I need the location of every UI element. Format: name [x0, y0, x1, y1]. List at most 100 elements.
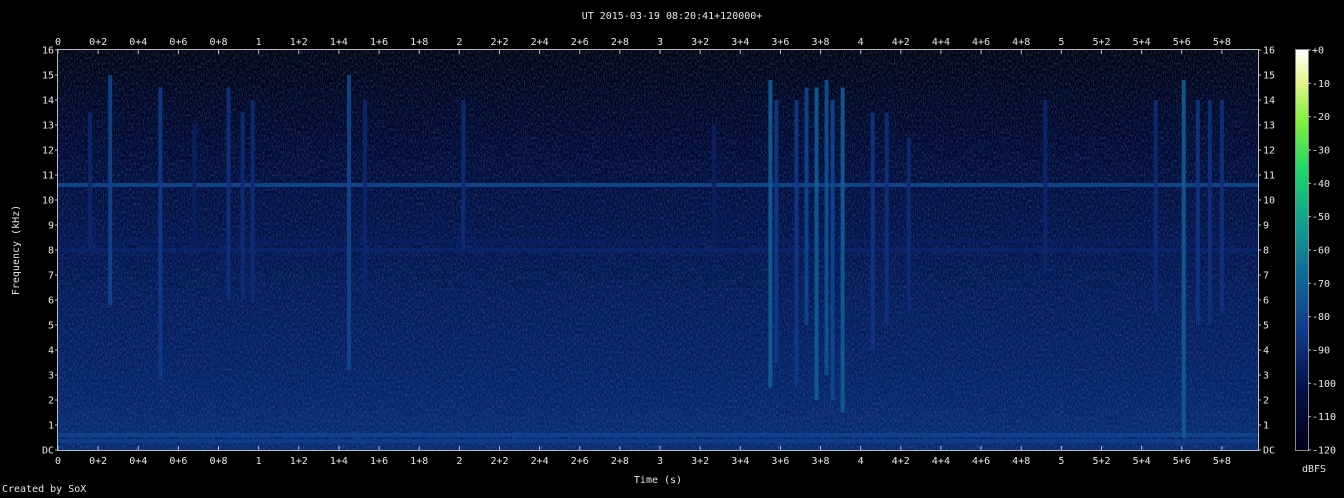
x-tick-label: 5+2 [1092, 37, 1110, 48]
x-tick-label: 4+2 [892, 37, 910, 48]
colorbar-tick-label: -30 [1312, 146, 1330, 157]
x-tick-label: 0+4 [129, 456, 147, 467]
x-tick-label: 3+6 [771, 37, 789, 48]
plot-area [57, 49, 1259, 451]
x-tick-label: 3+8 [812, 456, 830, 467]
x-tick-label: 1 [256, 456, 262, 467]
colorbar-tick-label: -20 [1312, 112, 1330, 123]
y-tick-label: 12 [42, 146, 54, 157]
y-tick-label: 8 [48, 246, 54, 257]
x-tick-label: 5+6 [1173, 37, 1191, 48]
x-tick-label: 4+4 [932, 37, 950, 48]
y-tick-label: 13 [1263, 121, 1275, 132]
x-tick-label: 2 [456, 456, 462, 467]
broadband-event [1195, 100, 1200, 325]
x-tick-label: 2+4 [531, 37, 549, 48]
broadband-event [346, 75, 351, 370]
x-tick-label: 3+6 [771, 456, 789, 467]
x-tick-label: 3 [657, 456, 663, 467]
broadband-event [774, 100, 779, 363]
broadband-event [158, 87, 163, 380]
x-tick-label: 4+6 [972, 37, 990, 48]
x-tick-label: 5+4 [1133, 37, 1151, 48]
y-tick-label: 2 [48, 396, 54, 407]
broadband-event [226, 87, 231, 300]
broadband-event [794, 100, 799, 388]
x-tick-label: 2+8 [611, 456, 629, 467]
colorbar-tick-label: -50 [1312, 212, 1330, 223]
x-tick-label: 5 [1058, 456, 1064, 467]
x-tick-label: 3+2 [691, 37, 709, 48]
x-tick-label: 2+2 [490, 37, 508, 48]
colorbar-tick-label: -10 [1312, 79, 1330, 90]
x-tick-label: 0+6 [169, 456, 187, 467]
broadband-event [906, 137, 911, 313]
x-tick-label: 1+6 [370, 456, 388, 467]
y-tick-label: 5 [48, 321, 54, 332]
x-tick-label: 5+2 [1092, 456, 1110, 467]
y-tick-label: 13 [42, 121, 54, 132]
y-tick-label: 8 [1263, 246, 1269, 257]
y-tick-label: 1 [48, 421, 54, 432]
x-tick-label: 4+8 [1012, 456, 1030, 467]
broadband-event [1207, 100, 1212, 325]
x-tick-label: 0+8 [210, 37, 228, 48]
broadband-event [1153, 100, 1158, 313]
horizontal-tone [58, 439, 1258, 444]
colorbar-gradient [1296, 50, 1308, 450]
horizontal-tone [58, 239, 1258, 244]
x-tick-label: 5+8 [1213, 456, 1231, 467]
colorbar-tick-label: -60 [1312, 246, 1330, 257]
footer-credit: Created by SoX [2, 484, 87, 495]
x-tick-label: 1 [256, 37, 262, 48]
x-tick-label: 2+4 [531, 456, 549, 467]
x-tick-label: 2+6 [571, 37, 589, 48]
broadband-event [192, 125, 197, 250]
broadband-event [88, 112, 93, 250]
horizontal-tone [58, 433, 1258, 437]
x-tick-label: 3 [657, 37, 663, 48]
broadband-event [804, 87, 809, 325]
x-tick-label: 1+8 [410, 37, 428, 48]
broadband-event [814, 87, 819, 400]
x-tick-label: 0+8 [210, 456, 228, 467]
x-tick-label: 1+2 [290, 456, 308, 467]
colorbar-tick-label: -90 [1312, 346, 1330, 357]
y-tick-label: 16 [42, 46, 54, 57]
x-axis-label: Time (s) [634, 475, 682, 486]
y-tick-label: 15 [42, 71, 54, 82]
colorbar-tick-label: -100 [1312, 379, 1336, 390]
x-tick-label: 1+2 [290, 37, 308, 48]
broadband-event [830, 100, 835, 400]
y-tick-label: 4 [48, 346, 54, 357]
x-tick-label: 5+4 [1133, 456, 1151, 467]
broadband-event [824, 80, 829, 375]
y-tick-label: 14 [1263, 96, 1275, 107]
broadband-event [108, 75, 113, 305]
x-tick-label: 2+8 [611, 37, 629, 48]
x-tick-label: 5+6 [1173, 456, 1191, 467]
horizontal-tone [58, 248, 1258, 252]
x-tick-label: 4+6 [972, 456, 990, 467]
x-tick-label: 2+2 [490, 456, 508, 467]
x-tick-label: 1+4 [330, 456, 348, 467]
x-tick-label: 5 [1058, 37, 1064, 48]
x-tick-label: 3+8 [812, 37, 830, 48]
y-tick-label: 11 [42, 171, 54, 182]
y-tick-label: 11 [1263, 171, 1275, 182]
broadband-event [712, 125, 717, 250]
colorbar: +0 -10 -20 -30 -40 -50 -60 -70 -80 -90 -100 -110 -12… [1295, 46, 1336, 475]
x-tick-label: 4+8 [1012, 37, 1030, 48]
broadband-event [768, 80, 773, 388]
colorbar-tick-label: -40 [1312, 179, 1330, 190]
y-tick-label: 4 [1263, 346, 1269, 357]
x-tick-label: 4+2 [892, 456, 910, 467]
x-tick-label: 4 [858, 37, 864, 48]
x-tick-label: 1+4 [330, 37, 348, 48]
broadband-event [363, 100, 368, 300]
y-tick-label: DC [1263, 446, 1275, 457]
y-tick-label: 5 [1263, 321, 1269, 332]
y-tick-label: 3 [48, 371, 54, 382]
y-tick-label: 16 [1263, 46, 1275, 57]
y-tick-label: 1 [1263, 421, 1269, 432]
